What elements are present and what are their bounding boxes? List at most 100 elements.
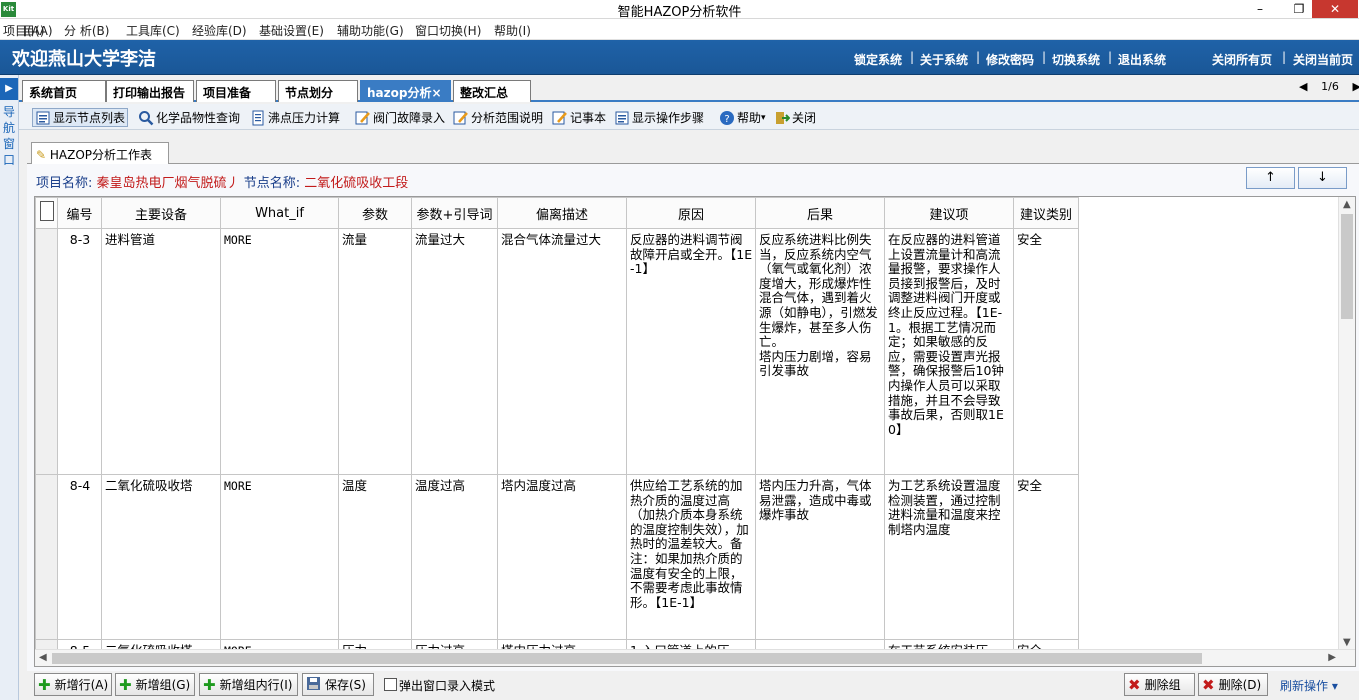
scroll-right-icon[interactable]: ▶ (1328, 652, 1336, 663)
minimize-button[interactable]: – (1245, 0, 1275, 18)
vertical-scroll-thumb[interactable] (1341, 214, 1353, 319)
tab-project-prep[interactable]: 项目准备 (196, 80, 276, 102)
vertical-scrollbar[interactable]: ▲ ▼ (1338, 197, 1355, 650)
valve-fault-button[interactable]: 阀门故障录入 (355, 108, 445, 127)
help-button[interactable]: ? 帮助 ▾ (719, 108, 766, 127)
tab-node-division[interactable]: 节点划分 (278, 80, 358, 102)
table-row[interactable]: 8-4 二氧化硫吸收塔 MORE 温度 温度过高 塔内温度过高 供应给工艺系统的… (35, 474, 1079, 640)
menu-settings[interactable]: 基础设置(E) (259, 22, 324, 39)
column-header[interactable]: 参数+引导词 (411, 197, 498, 229)
table-cell[interactable]: 温度 (338, 474, 412, 640)
scope-explain-button[interactable]: 分析范围说明 (453, 108, 543, 127)
boiling-pressure-button[interactable]: 沸点压力计算 (250, 108, 340, 127)
tab-bar: 系统首页 打印输出报告 项目准备 节点划分 hazop分析× 整改汇总 ◀ 1/… (19, 78, 1359, 102)
table-cell[interactable]: MORE (220, 228, 339, 475)
row-selector[interactable] (35, 228, 58, 475)
menu-assist[interactable]: 辅助功能(G) (337, 22, 404, 39)
horizontal-scrollbar[interactable]: ◀ ▶ (35, 649, 1355, 666)
table-cell[interactable]: 流量 (338, 228, 412, 475)
table-cell[interactable]: MORE (220, 474, 339, 640)
maximize-button[interactable]: ❐ (1284, 0, 1314, 18)
popup-mode-checkbox[interactable] (384, 678, 397, 691)
table-cell[interactable]: 安全 (1013, 228, 1079, 475)
move-up-button[interactable]: ↑ (1246, 167, 1295, 189)
add-group-button[interactable]: ✚ 新增组(G) (115, 673, 195, 696)
about-system-link[interactable]: 关于系统 (920, 51, 968, 68)
table-cell[interactable]: 安全 (1013, 474, 1079, 640)
select-all-checkbox[interactable] (35, 197, 58, 229)
exit-system-link[interactable]: 退出系统 (1118, 51, 1166, 68)
table-cell[interactable]: 塔内温度过高 (497, 474, 627, 640)
lock-system-link[interactable]: 锁定系统 (854, 51, 902, 68)
tab-rectify-summary[interactable]: 整改汇总 (453, 80, 531, 102)
column-header[interactable]: 偏离描述 (497, 197, 627, 229)
table-cell[interactable]: 混合气体流量过大 (497, 228, 627, 475)
column-header[interactable]: 编号 (57, 197, 102, 229)
menu-help[interactable]: 帮助(I) (494, 22, 531, 39)
row-selector[interactable] (35, 474, 58, 640)
save-button[interactable]: 保存(S) (302, 673, 374, 696)
column-header[interactable]: 建议项 (884, 197, 1014, 229)
table-cell[interactable]: 反应器的进料调节阀故障开启或全开。【1E-1】 (626, 228, 756, 475)
table-cell[interactable]: 8-4 (57, 474, 102, 640)
menu-window[interactable]: 窗口切换(H) (415, 22, 481, 39)
column-header[interactable]: 主要设备 (101, 197, 221, 229)
horizontal-scroll-thumb[interactable] (52, 653, 1202, 664)
table-cell[interactable]: 温度过高 (411, 474, 498, 640)
change-password-link[interactable]: 修改密码 (986, 51, 1034, 68)
nav-window-label[interactable]: 导航窗口 (2, 104, 16, 168)
tab-close-icon[interactable]: × (431, 86, 441, 100)
close-window-button[interactable]: ✕ (1312, 0, 1358, 18)
close-all-pages-link[interactable]: 关闭所有页 (1212, 51, 1272, 68)
table-cell[interactable]: 塔内压力升高，气体易泄露，造成中毒或爆炸事故 (755, 474, 885, 640)
column-header[interactable]: 原因 (626, 197, 756, 229)
column-header[interactable]: 后果 (755, 197, 885, 229)
tab-print-report[interactable]: 打印输出报告 (106, 80, 194, 102)
menu-analysis[interactable]: 分 析(B) (64, 22, 109, 39)
move-down-button[interactable]: ↓ (1298, 167, 1347, 189)
table-cell[interactable]: 二氧化硫吸收塔 (101, 474, 221, 640)
chemical-query-label: 化学品物性查询 (156, 111, 241, 125)
switch-system-link[interactable]: 切换系统 (1052, 51, 1100, 68)
menu-experience[interactable]: 经验库(D) (192, 22, 247, 39)
show-steps-button[interactable]: 显示操作步骤 (614, 108, 704, 127)
column-header[interactable]: What_if (220, 197, 339, 229)
scroll-up-icon[interactable]: ▲ (1343, 199, 1351, 210)
scroll-down-icon[interactable]: ▼ (1343, 637, 1351, 648)
delete-button[interactable]: ✖ 删除(D) (1198, 673, 1268, 696)
column-header[interactable]: 建议类别 (1013, 197, 1079, 229)
prev-page-icon[interactable]: ◀ (1299, 80, 1307, 93)
tab-hazop-analysis[interactable]: hazop分析× (360, 80, 451, 102)
worksheet-tab[interactable]: ✎ HAZOP分析工作表 (31, 142, 169, 164)
table-cell[interactable]: 8-3 (57, 228, 102, 475)
table-row[interactable]: 8-3 进料管道 MORE 流量 流量过大 混合气体流量过大 反应器的进料调节阀… (35, 228, 1079, 475)
expand-arrow-icon[interactable]: ▶ (0, 78, 18, 100)
table-cell[interactable]: 反应系统进料比例失当，反应系统内空气（氧气或氧化剂）浓度增大，形成爆炸性混合气体… (755, 228, 885, 475)
add-row-button[interactable]: ✚ 新增行(A) (34, 673, 112, 696)
table-cell[interactable]: 进料管道 (101, 228, 221, 475)
table-cell[interactable]: 流量过大 (411, 228, 498, 475)
next-page-icon[interactable]: ▶ (1352, 80, 1359, 93)
menu-tools[interactable]: 工具库(C) (126, 22, 180, 39)
table-cell[interactable]: 为工艺系统设置温度检测装置，通过控制进料流量和温度来控制塔内温度 (884, 474, 1014, 640)
delete-group-button[interactable]: ✖ 删除组 (1124, 673, 1195, 696)
help-icon: ? (719, 110, 735, 126)
table-cell[interactable]: 供应给工艺系统的加热介质的温度过高（加热介质本身系统的温度控制失效），加热时的温… (626, 474, 756, 640)
tab-home[interactable]: 系统首页 (22, 80, 106, 102)
table-cell[interactable]: 在反应器的进料管道上设置流量计和高流量报警，要求操作人员接到报警后，及时调整进料… (884, 228, 1014, 475)
add-group-row-button[interactable]: ✚ 新增组内行(I) (199, 673, 298, 696)
help-dropdown-icon[interactable]: ▾ (761, 113, 766, 123)
scroll-left-icon[interactable]: ◀ (39, 652, 47, 663)
nav-window-strip[interactable]: ▶ 导航窗口 (0, 75, 19, 700)
menu-project-sub[interactable]: 目(A) (23, 22, 53, 39)
column-header[interactable]: 参数 (338, 197, 412, 229)
refresh-operation-dropdown[interactable]: 刷新操作 ▾ (1280, 677, 1338, 694)
close-current-page-link[interactable]: 关闭当前页 (1293, 51, 1353, 68)
close-button[interactable]: 关闭 (774, 108, 816, 127)
chemical-query-button[interactable]: 化学品物性查询 (138, 108, 240, 127)
analysis-toolbar: 显示节点列表 化学品物性查询 沸点压力计算 阀门故障录入 分析范围说明 记事本 … (19, 104, 1359, 130)
notepad-label: 记事本 (570, 111, 607, 125)
notepad-button[interactable]: 记事本 (552, 108, 606, 127)
show-node-list-button[interactable]: 显示节点列表 (32, 108, 129, 127)
list-icon (35, 110, 51, 126)
